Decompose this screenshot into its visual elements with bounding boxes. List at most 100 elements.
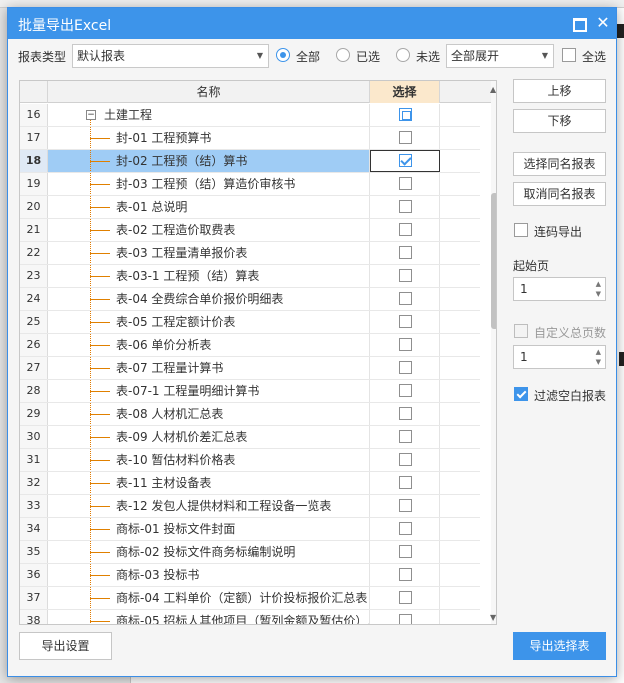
vertical-scrollbar[interactable]: ▲ ▼: [490, 81, 496, 624]
report-type-select[interactable]: 默认报表 ▼: [72, 44, 269, 68]
maximize-icon[interactable]: [570, 15, 587, 32]
radio-selected[interactable]: [336, 48, 350, 62]
export-settings-button[interactable]: 导出设置: [19, 632, 112, 660]
table-row[interactable]: 16− 土建工程: [20, 104, 480, 127]
table-row[interactable]: 34 商标-01 投标文件封面: [20, 518, 480, 541]
row-name-cell[interactable]: 表-12 发包人提供材料和工程设备一览表: [48, 495, 370, 517]
row-checkbox[interactable]: [399, 292, 412, 305]
row-name-cell[interactable]: 表-07-1 工程量明细计算书: [48, 380, 370, 402]
select-all-checkbox[interactable]: [562, 48, 576, 62]
row-name-cell[interactable]: 表-07 工程量计算书: [48, 357, 370, 379]
row-name-cell[interactable]: 表-05 工程定额计价表: [48, 311, 370, 333]
table-row[interactable]: 27 表-07 工程量计算书: [20, 357, 480, 380]
radio-all[interactable]: [276, 48, 290, 62]
row-checkbox[interactable]: [399, 430, 412, 443]
row-name-cell[interactable]: 表-04 全费综合单价报价明细表: [48, 288, 370, 310]
row-name-cell[interactable]: 表-01 总说明: [48, 196, 370, 218]
filter-blank-checkbox[interactable]: [514, 387, 528, 401]
row-label: 封-02 工程预（结）算书: [116, 154, 248, 168]
row-checkbox[interactable]: [399, 545, 412, 558]
table-row[interactable]: 17 封-01 工程预算书: [20, 127, 480, 150]
row-checkbox[interactable]: [399, 591, 412, 604]
row-checkbox[interactable]: [399, 522, 412, 535]
table-row[interactable]: 37 商标-04 工料单价（定额）计价投标报价汇总表: [20, 587, 480, 610]
close-icon[interactable]: ✕: [595, 15, 611, 31]
row-name-cell[interactable]: 封-01 工程预算书: [48, 127, 370, 149]
row-checkbox[interactable]: [399, 361, 412, 374]
row-name-cell[interactable]: 表-02 工程造价取费表: [48, 219, 370, 241]
row-name-cell[interactable]: − 土建工程: [48, 104, 370, 126]
table-row[interactable]: 29 表-08 人材机汇总表: [20, 403, 480, 426]
row-name-cell[interactable]: 表-09 人材机价差汇总表: [48, 426, 370, 448]
table-row[interactable]: 19 封-03 工程预（结）算造价审核书: [20, 173, 480, 196]
table-row[interactable]: 25 表-05 工程定额计价表: [20, 311, 480, 334]
table-row[interactable]: 28 表-07-1 工程量明细计算书: [20, 380, 480, 403]
spin-up-icon[interactable]: ▲: [596, 280, 601, 288]
table-row[interactable]: 23 表-03-1 工程预（结）算表: [20, 265, 480, 288]
row-name-cell[interactable]: 封-02 工程预（结）算书: [48, 150, 370, 172]
header-select[interactable]: 选择: [370, 81, 440, 103]
row-name-cell[interactable]: 表-11 主材设备表: [48, 472, 370, 494]
row-checkbox[interactable]: [399, 246, 412, 259]
expand-select[interactable]: 全部展开 ▼: [446, 44, 554, 68]
table-row[interactable]: 31 表-10 暂估材料价格表: [20, 449, 480, 472]
row-checkbox[interactable]: [399, 499, 412, 512]
table-row[interactable]: 18 封-02 工程预（结）算书: [20, 150, 480, 173]
spin-down-icon[interactable]: ▼: [596, 358, 601, 366]
row-name-cell[interactable]: 表-06 单价分析表: [48, 334, 370, 356]
table-row[interactable]: 20 表-01 总说明: [20, 196, 480, 219]
table-row[interactable]: 30 表-09 人材机价差汇总表: [20, 426, 480, 449]
cancel-same-name-button[interactable]: 取消同名报表: [513, 182, 606, 206]
row-checkbox[interactable]: [399, 154, 412, 167]
row-checkbox[interactable]: [399, 453, 412, 466]
row-checkbox[interactable]: [399, 407, 412, 420]
start-page-spinner[interactable]: 1 ▲ ▼: [513, 277, 606, 301]
move-up-button[interactable]: 上移: [513, 79, 606, 103]
row-checkbox[interactable]: [399, 269, 412, 282]
row-name-cell[interactable]: 商标-05 招标人其他项目（暂列金额及暂估价）…: [48, 610, 370, 624]
row-name-cell[interactable]: 封-03 工程预（结）算造价审核书: [48, 173, 370, 195]
table-row[interactable]: 22 表-03 工程量清单报价表: [20, 242, 480, 265]
continuous-export-checkbox[interactable]: [514, 223, 528, 237]
move-down-button[interactable]: 下移: [513, 109, 606, 133]
collapse-icon[interactable]: −: [86, 110, 96, 120]
row-checkbox[interactable]: [399, 614, 412, 624]
table-row[interactable]: 38 商标-05 招标人其他项目（暂列金额及暂估价）…: [20, 610, 480, 624]
table-row[interactable]: 24 表-04 全费综合单价报价明细表: [20, 288, 480, 311]
table-row[interactable]: 33 表-12 发包人提供材料和工程设备一览表: [20, 495, 480, 518]
row-checkbox[interactable]: [399, 338, 412, 351]
row-checkbox[interactable]: [399, 200, 412, 213]
row-name-cell[interactable]: 表-08 人材机汇总表: [48, 403, 370, 425]
row-checkbox[interactable]: [399, 568, 412, 581]
row-name-cell[interactable]: 表-10 暂估材料价格表: [48, 449, 370, 471]
select-same-name-button[interactable]: 选择同名报表: [513, 152, 606, 176]
row-checkbox[interactable]: [399, 315, 412, 328]
total-pages-spinner[interactable]: 1 ▲ ▼: [513, 345, 606, 369]
custom-total-pages-checkbox[interactable]: [514, 324, 528, 338]
table-row[interactable]: 26 表-06 单价分析表: [20, 334, 480, 357]
row-checkbox[interactable]: [399, 131, 412, 144]
table-row[interactable]: 36 商标-03 投标书: [20, 564, 480, 587]
spin-up-icon[interactable]: ▲: [596, 348, 601, 356]
row-name-cell[interactable]: 商标-02 投标文件商务标编制说明: [48, 541, 370, 563]
scroll-up-icon[interactable]: ▲: [490, 85, 496, 94]
row-checkbox[interactable]: [399, 223, 412, 236]
scroll-down-icon[interactable]: ▼: [490, 613, 496, 622]
table-row[interactable]: 21 表-02 工程造价取费表: [20, 219, 480, 242]
row-checkbox[interactable]: [399, 384, 412, 397]
radio-selected-label: 已选: [356, 50, 381, 64]
row-checkbox[interactable]: [399, 476, 412, 489]
row-name-cell[interactable]: 表-03-1 工程预（结）算表: [48, 265, 370, 287]
row-checkbox[interactable]: [399, 177, 412, 190]
radio-unselected[interactable]: [396, 48, 410, 62]
row-name-cell[interactable]: 商标-04 工料单价（定额）计价投标报价汇总表: [48, 587, 370, 609]
spin-down-icon[interactable]: ▼: [596, 290, 601, 298]
row-checkbox[interactable]: [399, 108, 412, 121]
table-row[interactable]: 35 商标-02 投标文件商务标编制说明: [20, 541, 480, 564]
export-selected-button[interactable]: 导出选择表: [513, 632, 606, 660]
table-row[interactable]: 32 表-11 主材设备表: [20, 472, 480, 495]
row-name-cell[interactable]: 商标-03 投标书: [48, 564, 370, 586]
scrollbar-thumb[interactable]: [491, 193, 496, 329]
row-name-cell[interactable]: 表-03 工程量清单报价表: [48, 242, 370, 264]
row-name-cell[interactable]: 商标-01 投标文件封面: [48, 518, 370, 540]
